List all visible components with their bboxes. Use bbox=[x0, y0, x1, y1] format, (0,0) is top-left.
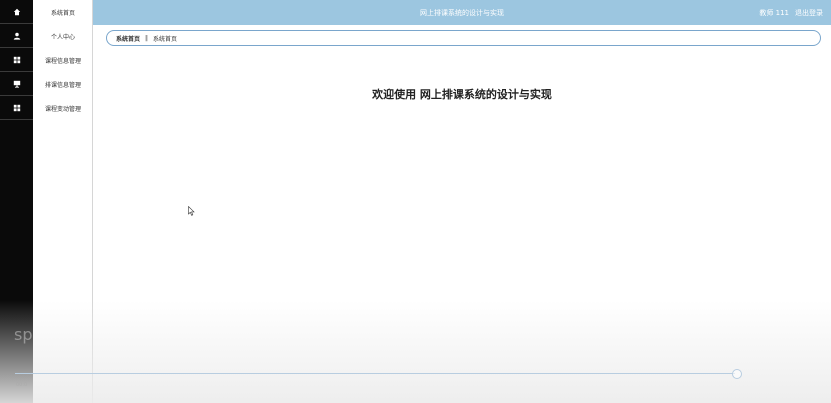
monitor-icon bbox=[13, 80, 20, 88]
rail-course-info[interactable] bbox=[0, 48, 33, 72]
breadcrumb-home[interactable]: 系统首页 bbox=[116, 34, 140, 43]
home-icon bbox=[13, 8, 20, 15]
mouse-cursor-icon bbox=[188, 206, 195, 216]
top-header: 网上排课系统的设计与实现 教师 111 退出登录 bbox=[93, 0, 831, 25]
breadcrumb-current: 系统首页 bbox=[153, 35, 178, 43]
sidebar-item-schedule-info[interactable]: 排课信息管理 bbox=[33, 72, 93, 96]
logout-link[interactable]: 退出登录 bbox=[795, 8, 823, 18]
breadcrumb: 系统首页 ‖ 系统首页 bbox=[106, 30, 821, 46]
rail-home[interactable] bbox=[0, 0, 33, 24]
video-progress-track[interactable] bbox=[15, 373, 735, 374]
grid-icon bbox=[13, 56, 20, 63]
video-overlay bbox=[0, 300, 831, 403]
user-label: 教师 111 bbox=[759, 8, 789, 17]
grid-icon bbox=[13, 104, 20, 111]
app-title: 网上排课系统的设计与实现 bbox=[420, 8, 504, 17]
overlay-timestamp: 00:0 bbox=[16, 382, 28, 388]
overlay-ghost-text: sp bbox=[14, 325, 33, 344]
rail-course-change[interactable] bbox=[0, 96, 33, 120]
header-user-area: 教师 111 退出登录 bbox=[759, 0, 823, 25]
welcome-heading: 欢迎使用 网上排课系统的设计与实现 bbox=[372, 88, 552, 101]
app-window: 系统首页 个人中心 课程信息管理 排课信息管理 课程变动管理 网上排课系统的设计… bbox=[0, 0, 831, 403]
video-progress-handle[interactable] bbox=[732, 369, 742, 379]
sidebar-item-home[interactable]: 系统首页 bbox=[33, 0, 93, 24]
sidebar-item-profile[interactable]: 个人中心 bbox=[33, 24, 93, 48]
rail-schedule-info[interactable] bbox=[0, 72, 33, 96]
rail-profile[interactable] bbox=[0, 24, 33, 48]
sidebar-item-course-change[interactable]: 课程变动管理 bbox=[33, 96, 93, 120]
breadcrumb-separator: ‖ bbox=[145, 34, 149, 42]
user-icon bbox=[13, 32, 20, 40]
sidebar-item-course-info[interactable]: 课程信息管理 bbox=[33, 48, 93, 72]
